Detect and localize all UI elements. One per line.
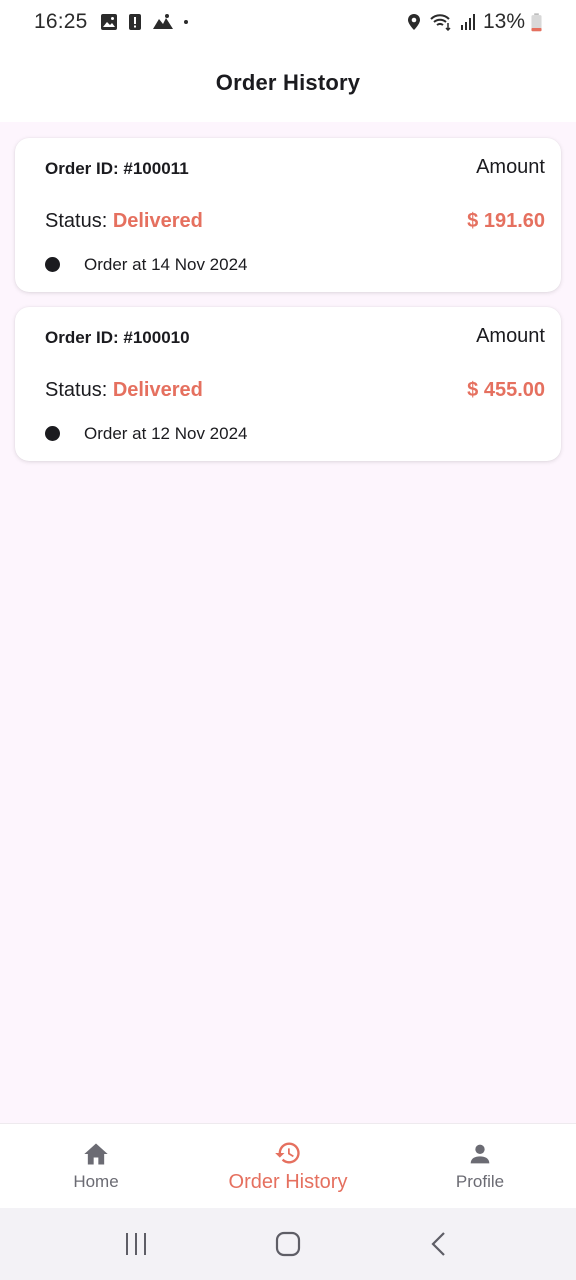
order-date: Order at 12 Nov 2024 <box>84 424 248 443</box>
order-date: Order at 14 Nov 2024 <box>84 255 248 274</box>
battery-icon <box>531 12 542 31</box>
amount-value: $ 455.00 <box>467 379 545 401</box>
back-button[interactable] <box>410 1219 470 1269</box>
hiking-icon <box>152 14 173 29</box>
amount-label: Amount <box>476 325 545 347</box>
bottom-nav: Home Order History Profile <box>0 1123 576 1208</box>
status-label: Status: <box>45 210 113 232</box>
status-time: 16:25 <box>34 10 88 33</box>
signal-icon <box>460 14 475 30</box>
status-line: Status: Delivered <box>45 210 203 233</box>
status-right: 13% <box>405 10 542 34</box>
nav-label-home: Home <box>73 1172 119 1191</box>
wifi-icon <box>430 14 451 31</box>
system-home-button[interactable] <box>258 1219 318 1269</box>
system-nav <box>0 1208 576 1280</box>
home-icon <box>84 1143 108 1165</box>
status-left: 16:25 <box>34 10 194 34</box>
amount-value: $ 191.60 <box>467 210 545 232</box>
alert-icon <box>128 14 141 30</box>
nav-item-order-history[interactable]: Order History <box>192 1124 384 1208</box>
history-icon <box>275 1142 300 1163</box>
location-icon <box>407 14 420 30</box>
screen: 16:25 13% Order History Order ID: #10001… <box>0 0 576 1280</box>
amount-label: Amount <box>476 156 545 178</box>
status-label: Status: <box>45 379 113 401</box>
status-value: Delivered <box>112 379 203 401</box>
order-card[interactable]: Order ID: #100010 Amount Status: Deliver… <box>15 307 561 461</box>
app-bar: Order History <box>0 44 576 122</box>
bullet-icon <box>45 426 60 441</box>
status-value: Delivered <box>112 210 203 232</box>
battery-percent: 13% <box>482 10 525 33</box>
person-icon <box>470 1144 490 1164</box>
status-line: Status: Delivered <box>45 379 203 402</box>
order-card[interactable]: Order ID: #100011 Amount Status: Deliver… <box>15 138 561 292</box>
order-id: Order ID: #100011 <box>45 159 189 178</box>
recents-icon <box>126 1233 146 1255</box>
recents-button[interactable] <box>106 1219 166 1269</box>
back-icon <box>431 1232 445 1256</box>
status-bar: 16:25 13% <box>0 0 576 44</box>
bullet-icon <box>45 257 60 272</box>
nav-label-order-history: Order History <box>228 1170 348 1193</box>
page-title: Order History <box>215 70 361 95</box>
home-circle-icon <box>275 1231 301 1257</box>
order-list[interactable]: Order ID: #100011 Amount Status: Deliver… <box>0 122 576 1123</box>
nav-item-home[interactable]: Home <box>0 1124 192 1208</box>
image-icon <box>100 14 117 30</box>
nav-label-profile: Profile <box>455 1172 505 1191</box>
nav-item-profile[interactable]: Profile <box>384 1124 576 1208</box>
order-id: Order ID: #100010 <box>45 328 190 347</box>
dot-icon <box>183 20 188 24</box>
